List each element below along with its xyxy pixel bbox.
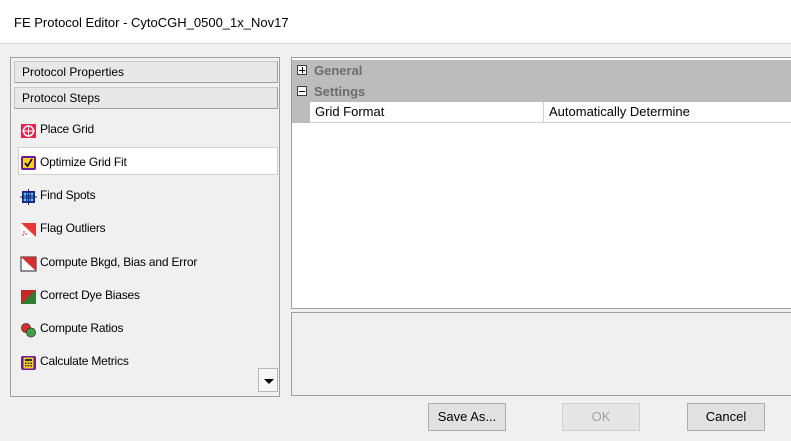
step-label: Optimize Grid Fit [40, 155, 127, 169]
property-value[interactable]: Automatically Determine [544, 102, 791, 123]
step-label: Compute Ratios [40, 321, 124, 335]
step-label: Correct Dye Biases [40, 288, 140, 302]
step-label: Place Grid [40, 122, 95, 136]
step-flag-outliers[interactable]: Flag Outliers [14, 214, 278, 242]
ok-button[interactable]: OK [562, 403, 640, 431]
step-correct-dye-biases[interactable]: Correct Dye Biases [14, 281, 278, 309]
title-bar: FE Protocol Editor - CytoCGH_0500_1x_Nov… [0, 0, 791, 44]
step-place-grid[interactable]: Place Grid [14, 115, 278, 143]
category-label: Settings [314, 84, 366, 99]
calculate-metrics-icon [20, 353, 37, 370]
property-grid: General Settings Grid Format Automatical… [291, 57, 791, 309]
find-spots-icon [20, 187, 37, 205]
step-label: Compute Bkgd, Bias and Error [40, 255, 198, 269]
step-label: Flag Outliers [40, 221, 106, 235]
protocol-properties-button[interactable]: Protocol Properties [14, 61, 278, 83]
place-grid-icon [20, 121, 37, 138]
category-label: General [314, 63, 363, 78]
correct-dye-biases-icon [20, 287, 37, 304]
protocol-steps-panel: Protocol Properties Protocol Steps Place… [10, 57, 280, 397]
cancel-button[interactable]: Cancel [687, 403, 765, 431]
category-settings[interactable]: Settings [292, 81, 791, 102]
category-general[interactable]: General [292, 60, 791, 81]
window-title: FE Protocol Editor - CytoCGH_0500_1x_Nov… [14, 15, 289, 30]
dialog-client-area: Protocol Properties Protocol Steps Place… [0, 45, 791, 441]
property-row-grid-format[interactable]: Grid Format Automatically Determine [292, 102, 791, 123]
step-compute-bkgd[interactable]: Compute Bkgd, Bias and Error [14, 248, 278, 276]
optimize-grid-fit-icon [20, 153, 37, 170]
flag-outliers-icon [20, 220, 37, 237]
compute-ratios-icon [20, 320, 37, 338]
protocol-steps-button[interactable]: Protocol Steps [14, 87, 278, 109]
chevron-down-icon [264, 379, 274, 384]
step-label: Calculate Metrics [40, 354, 129, 368]
save-as-button[interactable]: Save As... [428, 403, 506, 431]
step-optimize-grid-fit[interactable]: Optimize Grid Fit [18, 147, 278, 175]
property-name: Grid Format [310, 102, 544, 123]
property-description-pane [291, 312, 791, 396]
compute-bkgd-icon [20, 254, 37, 272]
step-label: Find Spots [40, 188, 96, 202]
collapse-minus-icon[interactable] [297, 86, 307, 96]
expand-plus-icon[interactable] [297, 65, 307, 75]
step-compute-ratios[interactable]: Compute Ratios [14, 314, 278, 342]
step-find-spots[interactable]: Find Spots [14, 181, 278, 209]
steps-dropdown-button[interactable] [258, 368, 278, 392]
step-calculate-metrics[interactable]: Calculate Metrics [14, 347, 278, 375]
